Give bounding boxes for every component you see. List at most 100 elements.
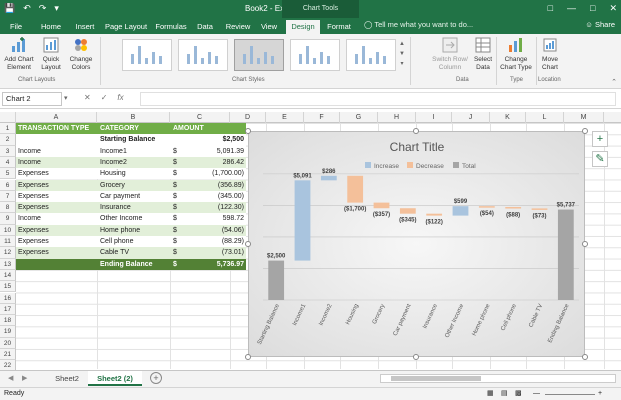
chart-style-3-selected[interactable]	[234, 39, 284, 71]
cell-transaction-type[interactable]: Income	[18, 157, 41, 168]
cell-currency[interactable]: $	[173, 259, 177, 270]
waterfall-chart[interactable]: Chart Title Increase Decrease Total $2,500…	[248, 131, 585, 357]
cell-amount[interactable]: (122.30)	[218, 202, 244, 213]
tab-format[interactable]: Format	[322, 20, 356, 34]
waterfall-bar[interactable]	[294, 180, 311, 261]
chart-style-2[interactable]	[178, 39, 228, 71]
header-transaction-type[interactable]: TRANSACTION TYPE	[18, 123, 89, 134]
cell-currency[interactable]: $	[173, 180, 177, 191]
switch-row-column-button[interactable]: Switch Row/ Column	[428, 36, 472, 72]
cell-category[interactable]: Income1	[100, 146, 127, 157]
ribbon-display-options-icon[interactable]: □	[548, 3, 553, 14]
horizontal-scrollbar[interactable]	[380, 374, 616, 383]
column-header[interactable]: G	[340, 112, 378, 123]
waterfall-bar[interactable]	[478, 206, 495, 208]
column-header[interactable]: F	[304, 112, 340, 123]
header-category[interactable]: CATEGORY	[100, 123, 139, 134]
insert-function-icon[interactable]: fx	[117, 93, 123, 102]
scroll-left-icon[interactable]: ◀	[8, 374, 13, 382]
formula-input[interactable]	[140, 92, 616, 106]
cell-category[interactable]: Ending Balance	[100, 259, 153, 270]
column-header[interactable]: J	[452, 112, 490, 123]
cell-amount[interactable]: (345.00)	[218, 191, 244, 202]
waterfall-bar[interactable]	[531, 208, 548, 210]
cell-amount[interactable]: (73.01)	[222, 247, 244, 258]
row-header[interactable]: 9	[0, 213, 16, 225]
waterfall-bar[interactable]	[347, 175, 364, 203]
name-box[interactable]: Chart 2	[2, 92, 62, 106]
new-sheet-icon[interactable]: +	[150, 372, 162, 384]
cell-transaction-type[interactable]: Expenses	[18, 168, 49, 179]
row-header[interactable]: 10	[0, 224, 16, 236]
waterfall-bar[interactable]	[557, 209, 574, 300]
column-header[interactable]: M	[564, 112, 604, 123]
tab-home[interactable]: Home	[36, 20, 66, 34]
cell-transaction-type[interactable]: Expenses	[18, 191, 49, 202]
chart-title[interactable]: Chart Title	[390, 140, 445, 154]
column-header[interactable]: K	[490, 112, 526, 123]
redo-icon[interactable]: ↷	[39, 3, 47, 14]
column-header[interactable]: L	[526, 112, 564, 123]
waterfall-bar[interactable]	[399, 208, 416, 214]
maximize-icon[interactable]: □	[590, 3, 595, 14]
undo-icon[interactable]: ↶	[23, 3, 31, 14]
chart-styles-brush-icon[interactable]: ✎	[592, 151, 608, 167]
cell-amount[interactable]: 598.72	[223, 213, 244, 224]
column-header[interactable]: A	[16, 112, 97, 123]
chart-style-4[interactable]	[290, 39, 340, 71]
waterfall-bar[interactable]	[426, 213, 443, 216]
row-header[interactable]: 5	[0, 168, 16, 180]
cell-category[interactable]: Housing	[100, 168, 126, 179]
cell-transaction-type[interactable]: Expenses	[18, 202, 49, 213]
enter-icon[interactable]: ✓	[101, 93, 108, 102]
cancel-icon[interactable]: ✕	[84, 93, 91, 102]
cell-currency[interactable]: $	[173, 202, 177, 213]
cell-amount[interactable]: (54.06)	[222, 225, 244, 236]
tab-review[interactable]: Review	[222, 20, 254, 34]
column-header[interactable]: H	[378, 112, 416, 123]
cell-category[interactable]: Income2	[100, 157, 127, 168]
resize-handle[interactable]	[245, 128, 251, 134]
row-header[interactable]: 7	[0, 190, 16, 203]
save-icon[interactable]: 💾	[4, 3, 15, 14]
quick-layout-button[interactable]: Quick Layout	[38, 36, 64, 72]
column-header[interactable]: E	[266, 112, 304, 123]
row-header[interactable]: 19	[0, 326, 16, 338]
row-header[interactable]: 17	[0, 303, 16, 316]
cell-transaction-type[interactable]: Expenses	[18, 236, 49, 247]
row-header[interactable]: 3	[0, 145, 16, 157]
cell-category[interactable]: Home phone	[100, 225, 140, 236]
column-header[interactable]: D	[230, 112, 266, 123]
waterfall-bar[interactable]	[320, 175, 337, 181]
resize-handle[interactable]	[245, 241, 251, 247]
namebox-dropdown-icon[interactable]: ▾	[64, 94, 68, 102]
row-header[interactable]: 12	[0, 247, 16, 259]
cell-transaction-type[interactable]: Expenses	[18, 225, 49, 236]
row-header[interactable]: 13	[0, 258, 16, 270]
chart-elements-plus-icon[interactable]: +	[592, 131, 608, 147]
cell-currency[interactable]: $	[173, 146, 177, 157]
cell-category[interactable]: Car payment	[100, 191, 140, 202]
minimize-icon[interactable]: —	[567, 3, 576, 14]
resize-handle[interactable]	[413, 128, 419, 134]
close-icon[interactable]: ✕	[609, 3, 617, 14]
chart-style-1[interactable]	[122, 39, 172, 71]
share-button[interactable]: ☺ Share	[585, 20, 615, 29]
move-chart-button[interactable]: Move Chart	[538, 36, 562, 72]
cell-currency[interactable]: $	[173, 191, 177, 202]
tab-formulas[interactable]: Formulas	[152, 20, 190, 34]
select-all-corner[interactable]	[0, 112, 16, 123]
cell-category[interactable]: Cell phone	[100, 236, 133, 247]
change-colors-button[interactable]: Change Colors	[66, 36, 96, 72]
scrollbar-thumb[interactable]	[391, 376, 481, 381]
zoom-out-icon[interactable]: —	[533, 388, 540, 400]
cell-currency[interactable]: $	[173, 236, 177, 247]
resize-handle[interactable]	[245, 354, 251, 360]
row-header[interactable]: 2	[0, 134, 16, 146]
cell-amount[interactable]: (356.89)	[218, 180, 244, 191]
waterfall-bar[interactable]	[505, 207, 522, 209]
waterfall-bar[interactable]	[373, 202, 390, 209]
tab-data[interactable]: Data	[192, 20, 218, 34]
cell-amount[interactable]: $2,500	[223, 134, 244, 145]
cell-currency[interactable]: $	[173, 168, 177, 179]
